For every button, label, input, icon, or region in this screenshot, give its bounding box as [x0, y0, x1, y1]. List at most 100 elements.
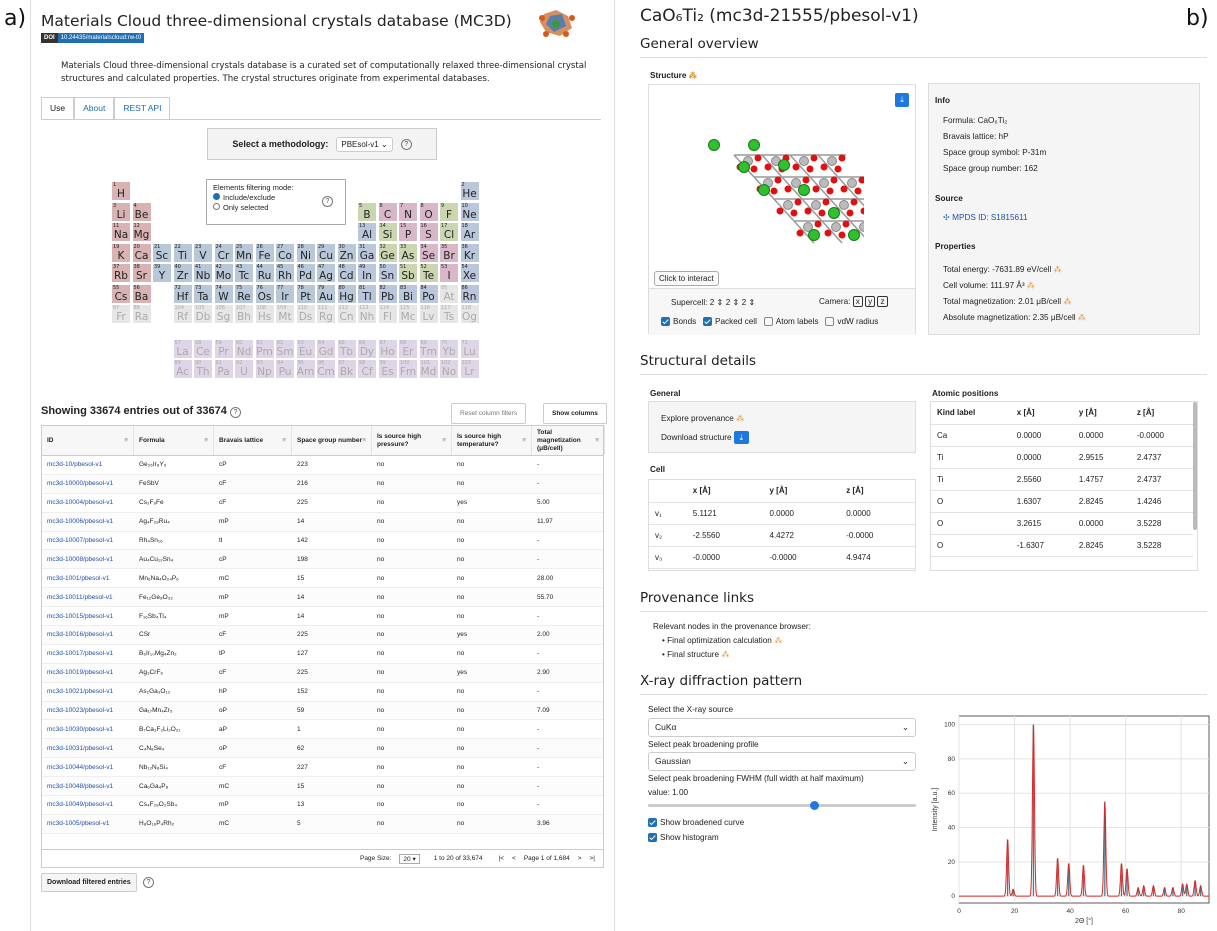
table-row[interactable]: mc3d-10017/pbesol-v1 B₆Ir₁₀Mg₄Zn₂ tP 127 no n… [42, 645, 603, 664]
element-os[interactable]: 76 Os [254, 283, 275, 304]
element-te[interactable]: 52 Te [418, 263, 439, 283]
element-ta[interactable]: 73 Ta [193, 283, 213, 304]
element-ir[interactable]: 77 Ir [275, 283, 295, 304]
element-no[interactable]: 102 No [439, 359, 459, 380]
element-co[interactable]: 27 Co [275, 242, 295, 263]
table-row[interactable]: mc3d-10049/pbesol-v1 Cs₄F₂₈O₂Sb₄ mP 13 no no - [42, 796, 603, 815]
element-na[interactable]: 11 Na [111, 222, 131, 242]
tab-use[interactable]: Use [41, 97, 75, 119]
supercell-z[interactable]: 2 [742, 298, 747, 307]
table-row[interactable]: mc3d-10048/pbesol-v1 Ca₆Ga₄P₈ mC 15 no no - [42, 777, 603, 797]
element-at[interactable]: 85 At [439, 283, 459, 304]
element-lv[interactable]: 116 Lv [418, 304, 439, 324]
table-row[interactable]: mc3d-10016/pbesol-v1 CSr cF 225 no yes 2.00 [42, 626, 603, 645]
element-kr[interactable]: 36 Kr [459, 242, 480, 263]
element-sn[interactable]: 50 Sn [377, 263, 398, 283]
download-filtered-button[interactable]: Download filtered entries [41, 873, 137, 892]
element-sm[interactable]: 62 Sm [275, 338, 295, 359]
atomic-table-card[interactable]: Kind label x [Å] y [Å] z [Å] Ca 0.0000 0.0000-… [930, 401, 1198, 571]
camera-x-button[interactable]: x [852, 296, 863, 307]
table-row[interactable]: mc3d-10011/pbesol-v1 Fe₁₂Ge₈O₃₂ mP 14 no no 55… [42, 588, 603, 608]
show-columns-button[interactable]: Show columns [543, 403, 607, 424]
table-row[interactable]: mc3d-10021/pbesol-v1 As₂Ga₃O₁₂ hP 152 no no - [42, 683, 603, 702]
element-es[interactable]: 99 Es [377, 359, 398, 380]
atom-labels-checkbox[interactable]: Atom labels [763, 317, 819, 327]
table-row[interactable]: mc3d-10/pbesol-v1 Ge₂₆Ir₈Y₆ cP 223 no no - [42, 456, 603, 475]
element-hf[interactable]: 72 Hf [172, 283, 193, 304]
entry-id-link[interactable]: mc3d-10044/pbesol-v1 [42, 758, 134, 776]
element-po[interactable]: 84 Po [418, 283, 439, 304]
last-page-icon[interactable]: >| [590, 855, 595, 862]
first-page-icon[interactable]: |< [499, 855, 504, 862]
entry-id-link[interactable]: mc3d-10019/pbesol-v1 [42, 664, 134, 682]
element-c[interactable]: 6C [377, 201, 398, 222]
element-mt[interactable]: 109 Mt [275, 304, 295, 324]
element-pa[interactable]: 91 Pa [213, 359, 234, 380]
table-row[interactable]: mc3d-1005/pbesol-v1 H₈O₁₆P₄Rh₂ mC 5 no no 3.96 [42, 814, 603, 834]
help-icon[interactable]: ? [322, 196, 333, 207]
element-in[interactable]: 49 In [357, 263, 377, 283]
element-cf[interactable]: 98 Cf [357, 359, 377, 380]
element-ac[interactable]: 89 Ac [172, 359, 193, 380]
element-rb[interactable]: 37 Rb [111, 263, 131, 283]
methodology-select[interactable]: PBEsol-v1 ⌄ [336, 136, 393, 152]
filter-option-only[interactable]: Only selected [213, 203, 339, 213]
element-fe[interactable]: 26 Fe [254, 242, 275, 263]
element-hs[interactable]: 108 Hs [254, 304, 275, 324]
reset-filters-button[interactable]: Reset column filters [451, 403, 527, 424]
element-s[interactable]: 16 S [418, 222, 439, 242]
element-k[interactable]: 19 K [111, 242, 131, 263]
element-bk[interactable]: 97 Bk [336, 359, 357, 380]
element-zn[interactable]: 30 Zn [336, 242, 357, 263]
entry-id-link[interactable]: mc3d-1001/pbesol-v1 [42, 569, 134, 587]
element-ne[interactable]: 10 Ne [459, 201, 480, 222]
click-to-interact-button[interactable]: Click to interact [654, 271, 719, 286]
tab-rest-api[interactable]: REST API [114, 97, 171, 119]
column-header[interactable]: ID ≡ [42, 426, 134, 455]
element-fr[interactable]: 87 Fr [111, 304, 131, 324]
element-ti[interactable]: 22 Ti [172, 242, 193, 263]
entry-id-link[interactable]: mc3d-10049/pbesol-v1 [42, 796, 134, 814]
element-ga[interactable]: 31 Ga [357, 242, 377, 263]
element-ts[interactable]: 117 Ts [439, 304, 459, 324]
element-tb[interactable]: 65 Tb [336, 338, 357, 359]
element-rf[interactable]: 104 Rf [172, 304, 193, 324]
table-row[interactable]: mc3d-10019/pbesol-v1 Ag₃CrF₆ cF 225 no yes 2.9… [42, 663, 603, 683]
element-h[interactable]: 1H [111, 181, 131, 201]
entry-id-link[interactable]: mc3d-1005/pbesol-v1 [42, 815, 134, 833]
show-histogram-checkbox[interactable]: Show histogram [648, 833, 719, 843]
xray-source-select[interactable]: CuKα ⌄ [648, 718, 916, 737]
element-ru[interactable]: 44 Ru [254, 263, 275, 283]
packed-cell-checkbox[interactable]: Packed cell [703, 317, 757, 327]
element-pu[interactable]: 94 Pu [275, 359, 295, 380]
table-row[interactable]: mc3d-10004/pbesol-v1 Cs₂F₆Fe cF 225 no yes 5.0… [42, 494, 603, 513]
next-page-icon[interactable]: > [578, 855, 582, 862]
element-cm[interactable]: 96 Cm [316, 359, 336, 380]
element-mn[interactable]: 25 Mn [234, 242, 254, 263]
element-yb[interactable]: 70 Yb [439, 338, 459, 359]
element-pm[interactable]: 61 Pm [254, 338, 275, 359]
element-cn[interactable]: 112 Cn [336, 304, 357, 324]
element-b[interactable]: 5B [357, 201, 377, 222]
element-u[interactable]: 92 U [234, 359, 254, 380]
supercell-y[interactable]: 2 [726, 298, 731, 307]
element-rh[interactable]: 45 Rh [275, 263, 295, 283]
element-zr[interactable]: 40 Zr [172, 263, 193, 283]
element-mc[interactable]: 115 Mc [398, 304, 418, 324]
camera-z-button[interactable]: z [877, 296, 888, 307]
supercell-x[interactable]: 2 [710, 298, 715, 307]
element-lu[interactable]: 71 Lu [459, 338, 480, 359]
element-eu[interactable]: 63 Eu [295, 338, 316, 359]
entry-id-link[interactable]: mc3d-10031/pbesol-v1 [42, 739, 134, 757]
column-header[interactable]: Formula ≡ [134, 426, 214, 455]
element-si[interactable]: 14 Si [377, 222, 398, 242]
element-v[interactable]: 23 V [193, 242, 213, 263]
entry-id-link[interactable]: mc3d-10017/pbesol-v1 [42, 645, 134, 663]
element-o[interactable]: 8O [418, 201, 439, 222]
entry-id-link[interactable]: mc3d-10021/pbesol-v1 [42, 683, 134, 701]
help-icon[interactable]: ? [229, 407, 241, 418]
element-br[interactable]: 35 Br [439, 242, 459, 263]
element-am[interactable]: 95 Am [295, 359, 316, 380]
element-n[interactable]: 7N [398, 201, 418, 222]
element-db[interactable]: 105 Db [193, 304, 213, 324]
